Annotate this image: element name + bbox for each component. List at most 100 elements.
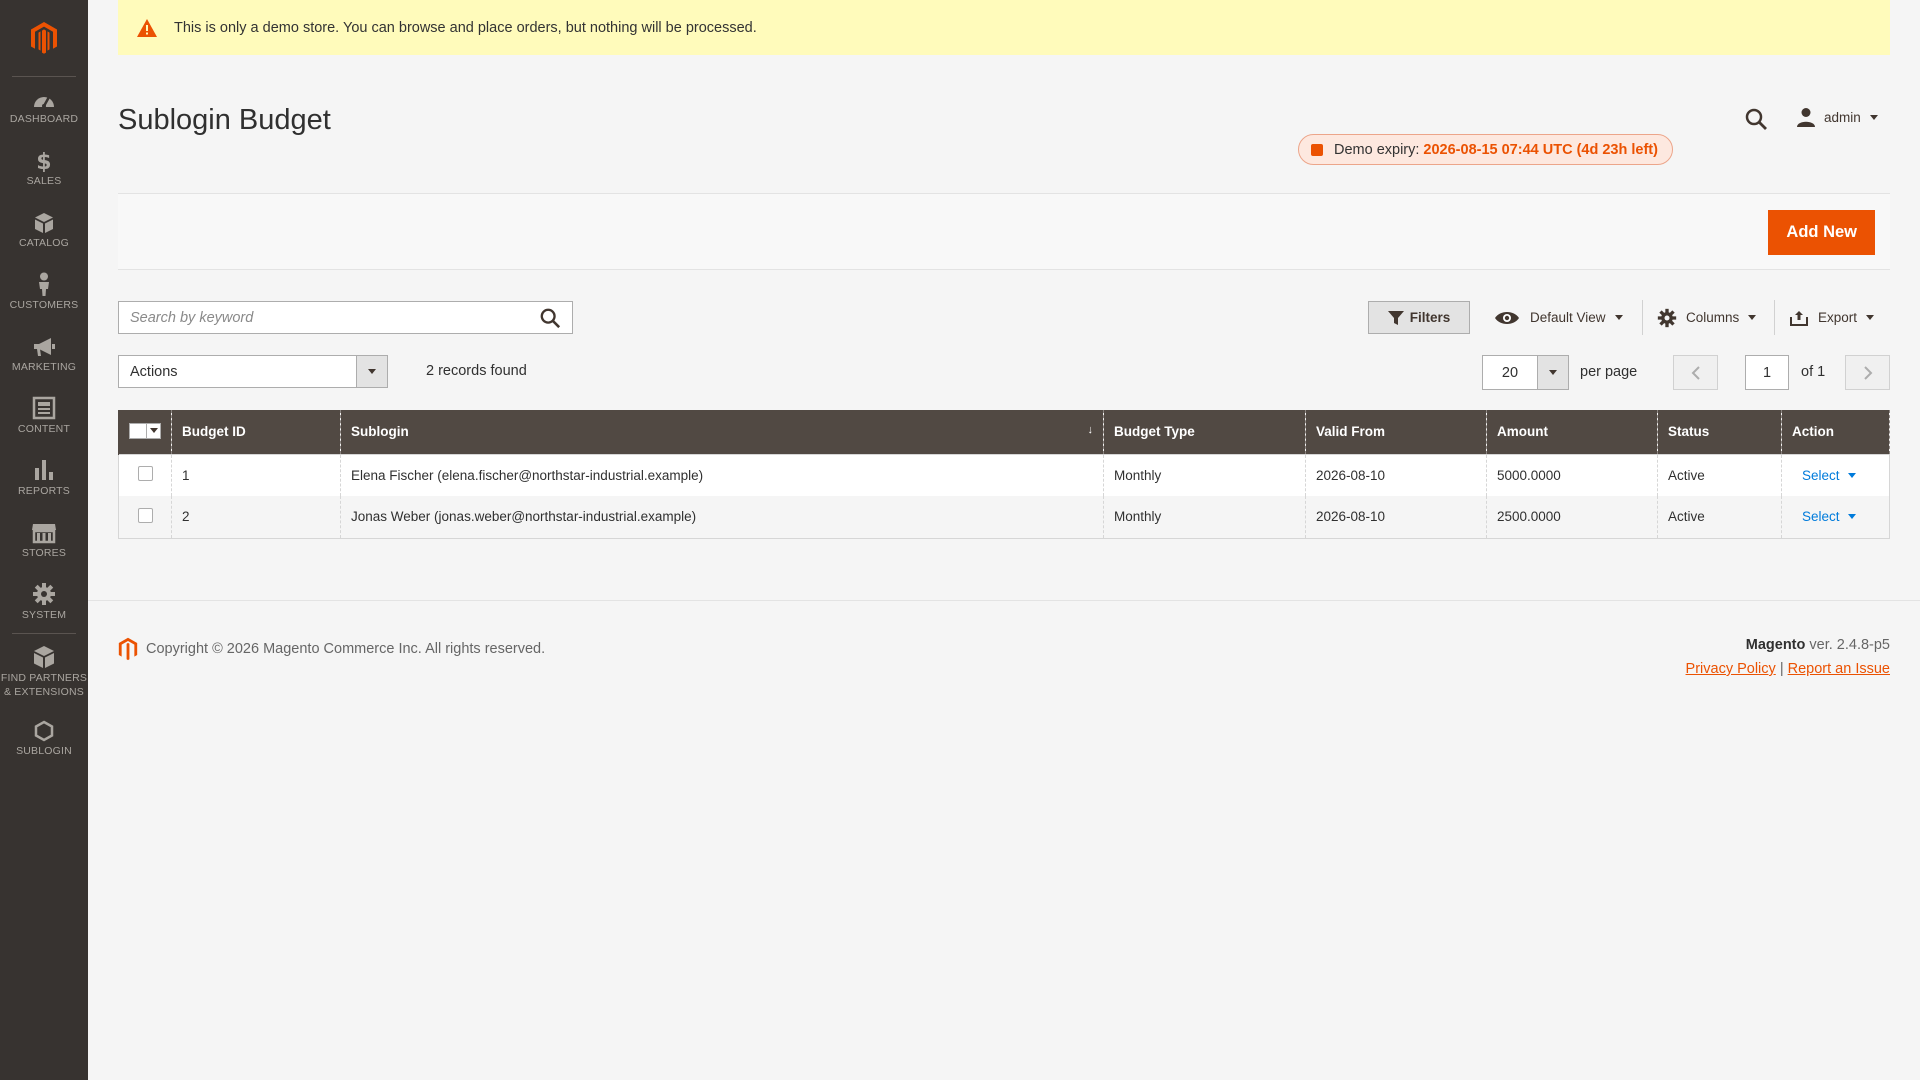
cell-valid-from: 2026-08-10 xyxy=(1305,454,1487,496)
magento-logo[interactable] xyxy=(0,0,88,76)
row-checkbox[interactable] xyxy=(137,466,153,482)
mass-actions-toggle[interactable] xyxy=(356,356,387,387)
toolbar-divider xyxy=(1642,300,1643,335)
export-label: Export xyxy=(1818,310,1858,325)
cell-action: Select xyxy=(1781,454,1890,496)
cell-action: Select xyxy=(1781,496,1890,538)
expiry-label: Demo expiry: xyxy=(1334,141,1420,158)
chevron-down-icon xyxy=(1549,370,1557,375)
keyword-search-input[interactable] xyxy=(119,302,528,333)
records-found: 2 records found xyxy=(426,363,527,379)
page-number-input[interactable] xyxy=(1745,355,1789,390)
column-header-amount[interactable]: Amount xyxy=(1486,410,1658,454)
nav-label: CONTENT xyxy=(17,423,71,435)
nav-content[interactable]: CONTENT xyxy=(0,396,88,437)
sort-arrow-icon: ↓ xyxy=(1087,424,1094,436)
sidebar-divider xyxy=(12,633,76,634)
row-checkbox[interactable] xyxy=(137,507,153,523)
mass-actions-label: Actions xyxy=(130,363,178,380)
cell-budget-type: Monthly xyxy=(1103,496,1306,538)
nav-marketing[interactable]: MARKETING xyxy=(0,336,88,375)
magento-logo-icon xyxy=(31,22,57,54)
nav-sales[interactable]: $ SALES xyxy=(0,150,88,189)
report-issue-link[interactable]: Report an Issue xyxy=(1788,661,1890,677)
footer-links: Privacy Policy | Report an Issue xyxy=(1686,661,1890,677)
nav-label: SUBLOGIN xyxy=(16,745,72,757)
nav-customers[interactable]: CUSTOMERS xyxy=(0,272,88,313)
gear-icon xyxy=(33,583,55,605)
page-title: Sublogin Budget xyxy=(118,104,331,136)
keyword-search-button[interactable] xyxy=(528,302,572,333)
row-action-select[interactable]: Select xyxy=(1802,509,1856,524)
nav-sublogin[interactable]: SUBLOGIN xyxy=(0,720,88,759)
per-page-toggle[interactable] xyxy=(1537,356,1568,389)
page-total: of 1 xyxy=(1801,364,1826,380)
table-row: 2 Jonas Weber (jonas.weber@northstar-ind… xyxy=(118,496,1890,538)
budget-grid: Budget ID Sublogin ↓ Budget Type Valid F… xyxy=(118,410,1890,539)
hexagon-icon xyxy=(34,720,54,742)
dashboard-icon xyxy=(34,96,54,108)
cell-status: Active xyxy=(1657,454,1782,496)
nav-system[interactable]: SYSTEM xyxy=(0,582,88,623)
footer-separator: | xyxy=(1779,661,1784,677)
column-header-valid-from[interactable]: Valid From xyxy=(1305,410,1487,454)
nav-label: DASHBOARD xyxy=(9,113,79,125)
svg-text:$: $ xyxy=(36,150,52,172)
customer-icon xyxy=(39,272,49,296)
toolbar-divider xyxy=(1774,300,1775,335)
page-actions-bar: Add New xyxy=(118,193,1890,270)
footer-divider xyxy=(88,600,1920,601)
filters-button[interactable]: Filters xyxy=(1368,301,1470,334)
cell-budget-id: 2 xyxy=(171,496,341,538)
cell-valid-from: 2026-08-10 xyxy=(1305,496,1487,538)
columns-label: Columns xyxy=(1686,310,1740,325)
eye-icon xyxy=(1495,311,1519,324)
row-select-cell xyxy=(118,454,172,496)
user-icon xyxy=(1797,108,1815,127)
previous-page-button[interactable] xyxy=(1673,355,1718,390)
privacy-policy-link[interactable]: Privacy Policy xyxy=(1686,661,1776,677)
chevron-down-icon xyxy=(1847,514,1856,520)
nav-dashboard[interactable]: DASHBOARD xyxy=(0,90,88,127)
chevron-right-icon xyxy=(1863,365,1872,380)
row-action-select[interactable]: Select xyxy=(1802,468,1856,483)
per-page-select[interactable]: 20 xyxy=(1482,355,1569,390)
cell-sublogin: Elena Fischer (elena.fischer@northstar-i… xyxy=(340,454,1104,496)
column-header-budget-id[interactable]: Budget ID xyxy=(171,410,341,454)
nav-catalog[interactable]: CATALOG xyxy=(0,212,88,251)
column-header-status[interactable]: Status xyxy=(1657,410,1782,454)
dollar-icon: $ xyxy=(36,150,52,172)
mass-select-header xyxy=(118,410,172,454)
view-label: Default View xyxy=(1530,310,1606,325)
chevron-left-icon xyxy=(1691,365,1700,380)
columns-selector[interactable]: Columns xyxy=(1657,301,1757,334)
content-icon xyxy=(32,396,56,420)
add-new-button[interactable]: Add New xyxy=(1768,210,1875,255)
filters-label: Filters xyxy=(1409,310,1451,325)
chevron-down-icon xyxy=(1614,315,1623,320)
store-icon xyxy=(32,524,56,544)
mass-actions-dropdown[interactable]: Actions xyxy=(118,355,388,388)
nav-label: MARKETING xyxy=(11,361,77,373)
nav-stores[interactable]: STORES xyxy=(0,522,88,561)
table-row: 1 Elena Fischer (elena.fischer@northstar… xyxy=(118,454,1890,496)
next-page-button[interactable] xyxy=(1845,355,1890,390)
column-header-sublogin[interactable]: Sublogin ↓ xyxy=(340,410,1104,454)
export-selector[interactable]: Export xyxy=(1790,301,1875,334)
nav-find-partners[interactable]: FIND PARTNERS & EXTENSIONS xyxy=(0,645,88,699)
warning-icon xyxy=(137,18,157,37)
select-label: Select xyxy=(1802,509,1840,525)
chevron-down-icon xyxy=(1748,315,1757,320)
view-selector[interactable]: Default View xyxy=(1494,301,1623,334)
grid-header-row: Budget ID Sublogin ↓ Budget Type Valid F… xyxy=(118,410,1890,454)
column-header-budget-type[interactable]: Budget Type xyxy=(1103,410,1306,454)
copyright-text: Copyright © 2026 Magento Commerce Inc. A… xyxy=(146,641,546,657)
filter-icon xyxy=(1387,310,1404,325)
mass-select-checkbox[interactable] xyxy=(129,422,161,439)
expiry-square-icon xyxy=(1311,143,1323,156)
nav-reports[interactable]: REPORTS xyxy=(0,458,88,499)
nav-label: SALES xyxy=(26,175,62,187)
global-search-button[interactable] xyxy=(1744,107,1768,136)
admin-user-menu[interactable]: admin xyxy=(1796,107,1878,127)
magento-logo-icon xyxy=(118,637,138,661)
